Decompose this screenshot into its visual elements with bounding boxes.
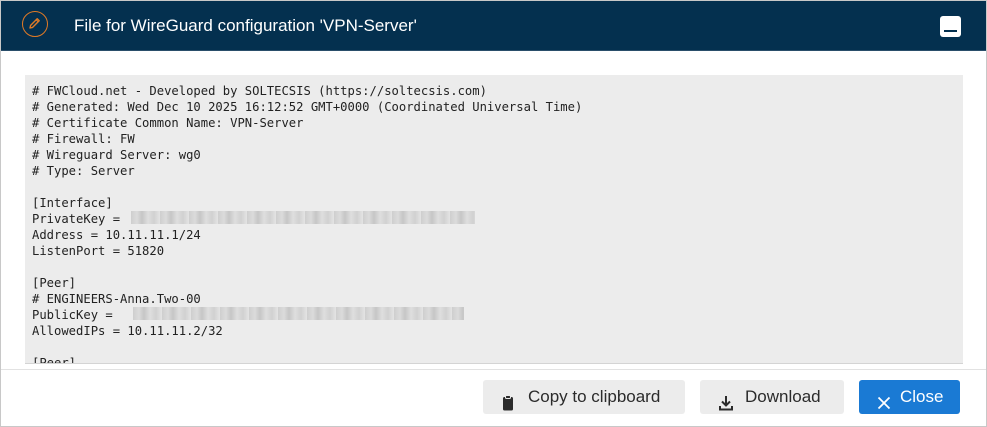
config-line: # FWCloud.net - Developed by SOLTECSIS (…: [32, 84, 487, 98]
redacted-private-key: [131, 211, 475, 224]
close-label: Close: [900, 387, 944, 406]
config-line: Address = 10.11.11.1/24: [32, 228, 201, 242]
copy-to-clipboard-button[interactable]: Copy to clipboard: [483, 380, 685, 414]
config-line: # Type: Server: [32, 164, 135, 178]
footer-divider: [1, 369, 986, 370]
copy-to-clipboard-label: Copy to clipboard: [528, 387, 661, 406]
config-line: # Firewall: FW: [32, 132, 135, 146]
config-line: # Generated: Wed Dec 10 2025 16:12:52 GM…: [32, 100, 583, 114]
config-line: # Wireguard Server: wg0: [32, 148, 201, 162]
download-label: Download: [745, 387, 821, 406]
config-line: # ENGINEERS-Anna.Two-00: [32, 292, 201, 306]
close-icon: [877, 389, 891, 423]
config-line: [Peer]: [32, 356, 77, 364]
close-button[interactable]: Close: [859, 380, 960, 414]
minimize-button[interactable]: [940, 16, 961, 37]
config-line: [Peer]: [32, 276, 77, 290]
pencil-icon: [22, 11, 48, 37]
minimize-icon: [944, 30, 957, 32]
dialog-header: File for WireGuard configuration 'VPN-Se…: [1, 1, 986, 51]
config-line: ListenPort = 51820: [32, 244, 165, 258]
download-button[interactable]: Download: [700, 380, 844, 414]
config-line: [Interface]: [32, 196, 113, 210]
download-icon: [719, 389, 733, 423]
config-line: PrivateKey =: [32, 212, 128, 226]
redacted-public-key: [133, 307, 464, 320]
dialog-title: File for WireGuard configuration 'VPN-Se…: [74, 16, 417, 35]
wireguard-config-dialog: File for WireGuard configuration 'VPN-Se…: [0, 0, 987, 427]
config-line: AllowedIPs = 10.11.11.2/32: [32, 324, 223, 338]
config-line: # Certificate Common Name: VPN-Server: [32, 116, 304, 130]
config-line: PublicKey =: [32, 308, 113, 322]
config-file-content[interactable]: # FWCloud.net - Developed by SOLTECSIS (…: [25, 75, 963, 364]
clipboard-icon: [502, 389, 514, 423]
